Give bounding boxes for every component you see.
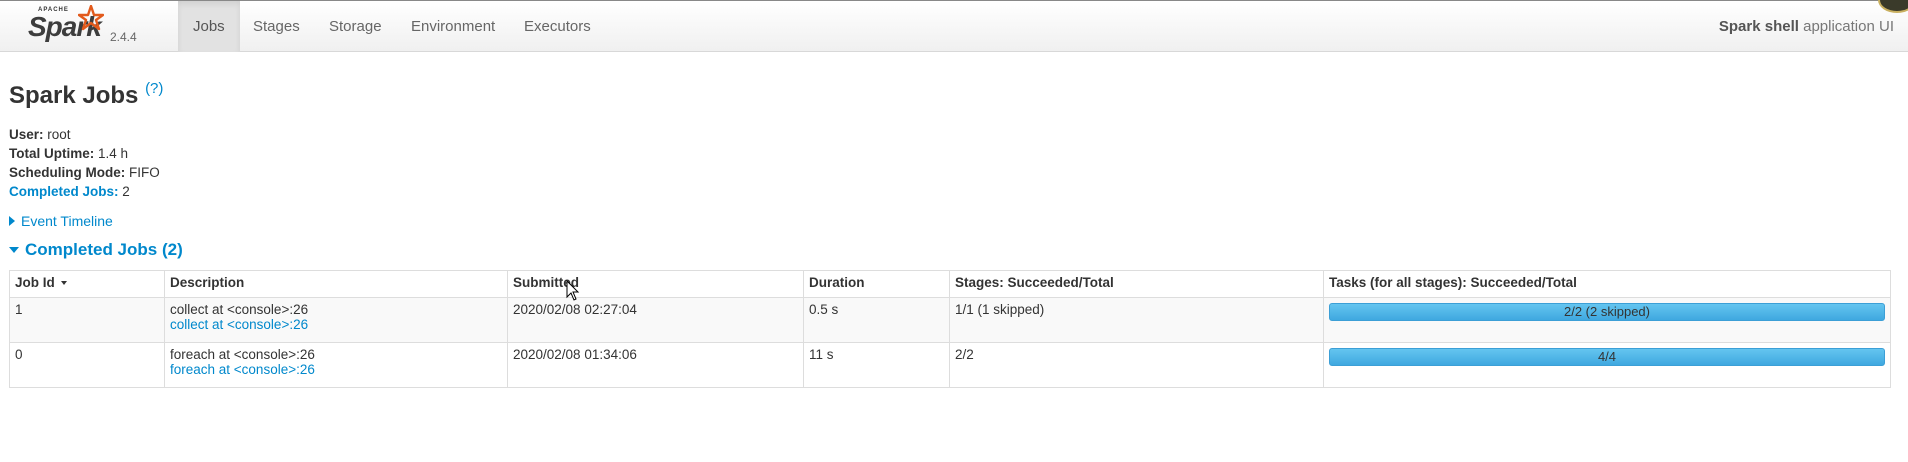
cell-job-id: 1 bbox=[9, 297, 165, 343]
completed-jobs-link[interactable]: Completed Jobs: bbox=[9, 184, 119, 199]
col-header-submitted[interactable]: Submitted bbox=[507, 270, 804, 298]
summary-mode-value: FIFO bbox=[125, 165, 160, 180]
completed-jobs-heading: Completed Jobs (2) bbox=[25, 240, 183, 259]
app-suffix: application UI bbox=[1798, 18, 1894, 35]
top-navbar: APACHE Spark 2.4.4 Jobs Stages Storage E… bbox=[0, 0, 1908, 52]
table-row: 1 collect at <console>:26 collect at <co… bbox=[9, 297, 1891, 343]
spark-star-icon bbox=[78, 5, 104, 31]
completed-jobs-toggle[interactable]: Completed Jobs (2) bbox=[9, 240, 183, 260]
event-timeline-label: Event Timeline bbox=[21, 213, 113, 229]
cell-description: collect at <console>:26 collect at <cons… bbox=[164, 297, 508, 343]
col-header-description[interactable]: Description bbox=[164, 270, 508, 298]
tasks-progress-bar: 2/2 (2 skipped) bbox=[1329, 303, 1885, 321]
description-text: foreach at <console>:26 bbox=[170, 347, 315, 362]
summary-completed-value: 2 bbox=[118, 184, 130, 199]
cell-stages: 1/1 (1 skipped) bbox=[949, 297, 1324, 343]
spark-logo[interactable]: APACHE Spark 2.4.4 bbox=[28, 5, 148, 49]
spark-version: 2.4.4 bbox=[110, 30, 137, 44]
job-summary: User: root Total Uptime: 1.4 h Schedulin… bbox=[9, 125, 160, 201]
page-title-text: Spark Jobs bbox=[9, 82, 139, 109]
col-header-tasks[interactable]: Tasks (for all stages): Succeeded/Total bbox=[1323, 270, 1891, 298]
cell-stages: 2/2 bbox=[949, 342, 1324, 388]
tab-storage[interactable]: Storage bbox=[314, 1, 397, 52]
table-row: 0 foreach at <console>:26 foreach at <co… bbox=[9, 342, 1891, 388]
help-link[interactable]: (?) bbox=[145, 80, 163, 97]
summary-uptime: Total Uptime: 1.4 h bbox=[9, 144, 160, 163]
summary-uptime-value: 1.4 h bbox=[94, 146, 129, 161]
cell-duration: 11 s bbox=[803, 342, 950, 388]
cell-submitted: 2020/02/08 01:34:06 bbox=[507, 342, 804, 388]
page-title: Spark Jobs (?) bbox=[9, 80, 163, 110]
col-header-stages[interactable]: Stages: Succeeded/Total bbox=[949, 270, 1324, 298]
summary-user-label: User: bbox=[9, 127, 44, 142]
summary-uptime-label: Total Uptime: bbox=[9, 146, 95, 161]
col-header-job-id[interactable]: Job Id bbox=[9, 270, 165, 298]
event-timeline-toggle[interactable]: Event Timeline bbox=[9, 213, 113, 229]
summary-user-value: root bbox=[43, 127, 71, 142]
table-header-row: Job Id Description Submitted Duration St… bbox=[9, 270, 1891, 298]
mouse-cursor-icon bbox=[566, 280, 580, 301]
completed-jobs-table: Job Id Description Submitted Duration St… bbox=[9, 270, 1891, 388]
app-name: Spark shell bbox=[1718, 18, 1799, 35]
job-detail-link[interactable]: foreach at <console>:26 bbox=[170, 362, 502, 377]
job-detail-link[interactable]: collect at <console>:26 bbox=[170, 317, 502, 332]
tasks-progress-label: 2/2 (2 skipped) bbox=[1564, 304, 1650, 319]
tab-environment[interactable]: Environment bbox=[396, 1, 510, 52]
tasks-progress-bar: 4/4 bbox=[1329, 348, 1885, 366]
col-header-job-id-label: Job Id bbox=[15, 275, 55, 290]
cell-description: foreach at <console>:26 foreach at <cons… bbox=[164, 342, 508, 388]
cell-tasks: 4/4 bbox=[1323, 342, 1891, 388]
tab-stages[interactable]: Stages bbox=[238, 1, 315, 52]
summary-mode-label: Scheduling Mode: bbox=[9, 165, 126, 180]
summary-mode: Scheduling Mode: FIFO bbox=[9, 163, 160, 182]
cell-tasks: 2/2 (2 skipped) bbox=[1323, 297, 1891, 343]
cell-duration: 0.5 s bbox=[803, 297, 950, 343]
summary-completed: Completed Jobs: 2 bbox=[9, 182, 160, 201]
cell-submitted: 2020/02/08 02:27:04 bbox=[507, 297, 804, 343]
summary-user: User: root bbox=[9, 125, 160, 144]
expand-right-icon bbox=[9, 216, 15, 227]
tasks-progress-label: 4/4 bbox=[1597, 349, 1617, 364]
sort-desc-icon bbox=[60, 281, 67, 286]
collapse-down-icon bbox=[9, 246, 19, 253]
cell-job-id: 0 bbox=[9, 342, 165, 388]
description-text: collect at <console>:26 bbox=[170, 302, 309, 317]
app-title: Spark shell application UI bbox=[1719, 1, 1894, 52]
tab-jobs[interactable]: Jobs bbox=[178, 1, 240, 52]
tab-executors[interactable]: Executors bbox=[509, 1, 606, 52]
col-header-duration[interactable]: Duration bbox=[803, 270, 950, 298]
